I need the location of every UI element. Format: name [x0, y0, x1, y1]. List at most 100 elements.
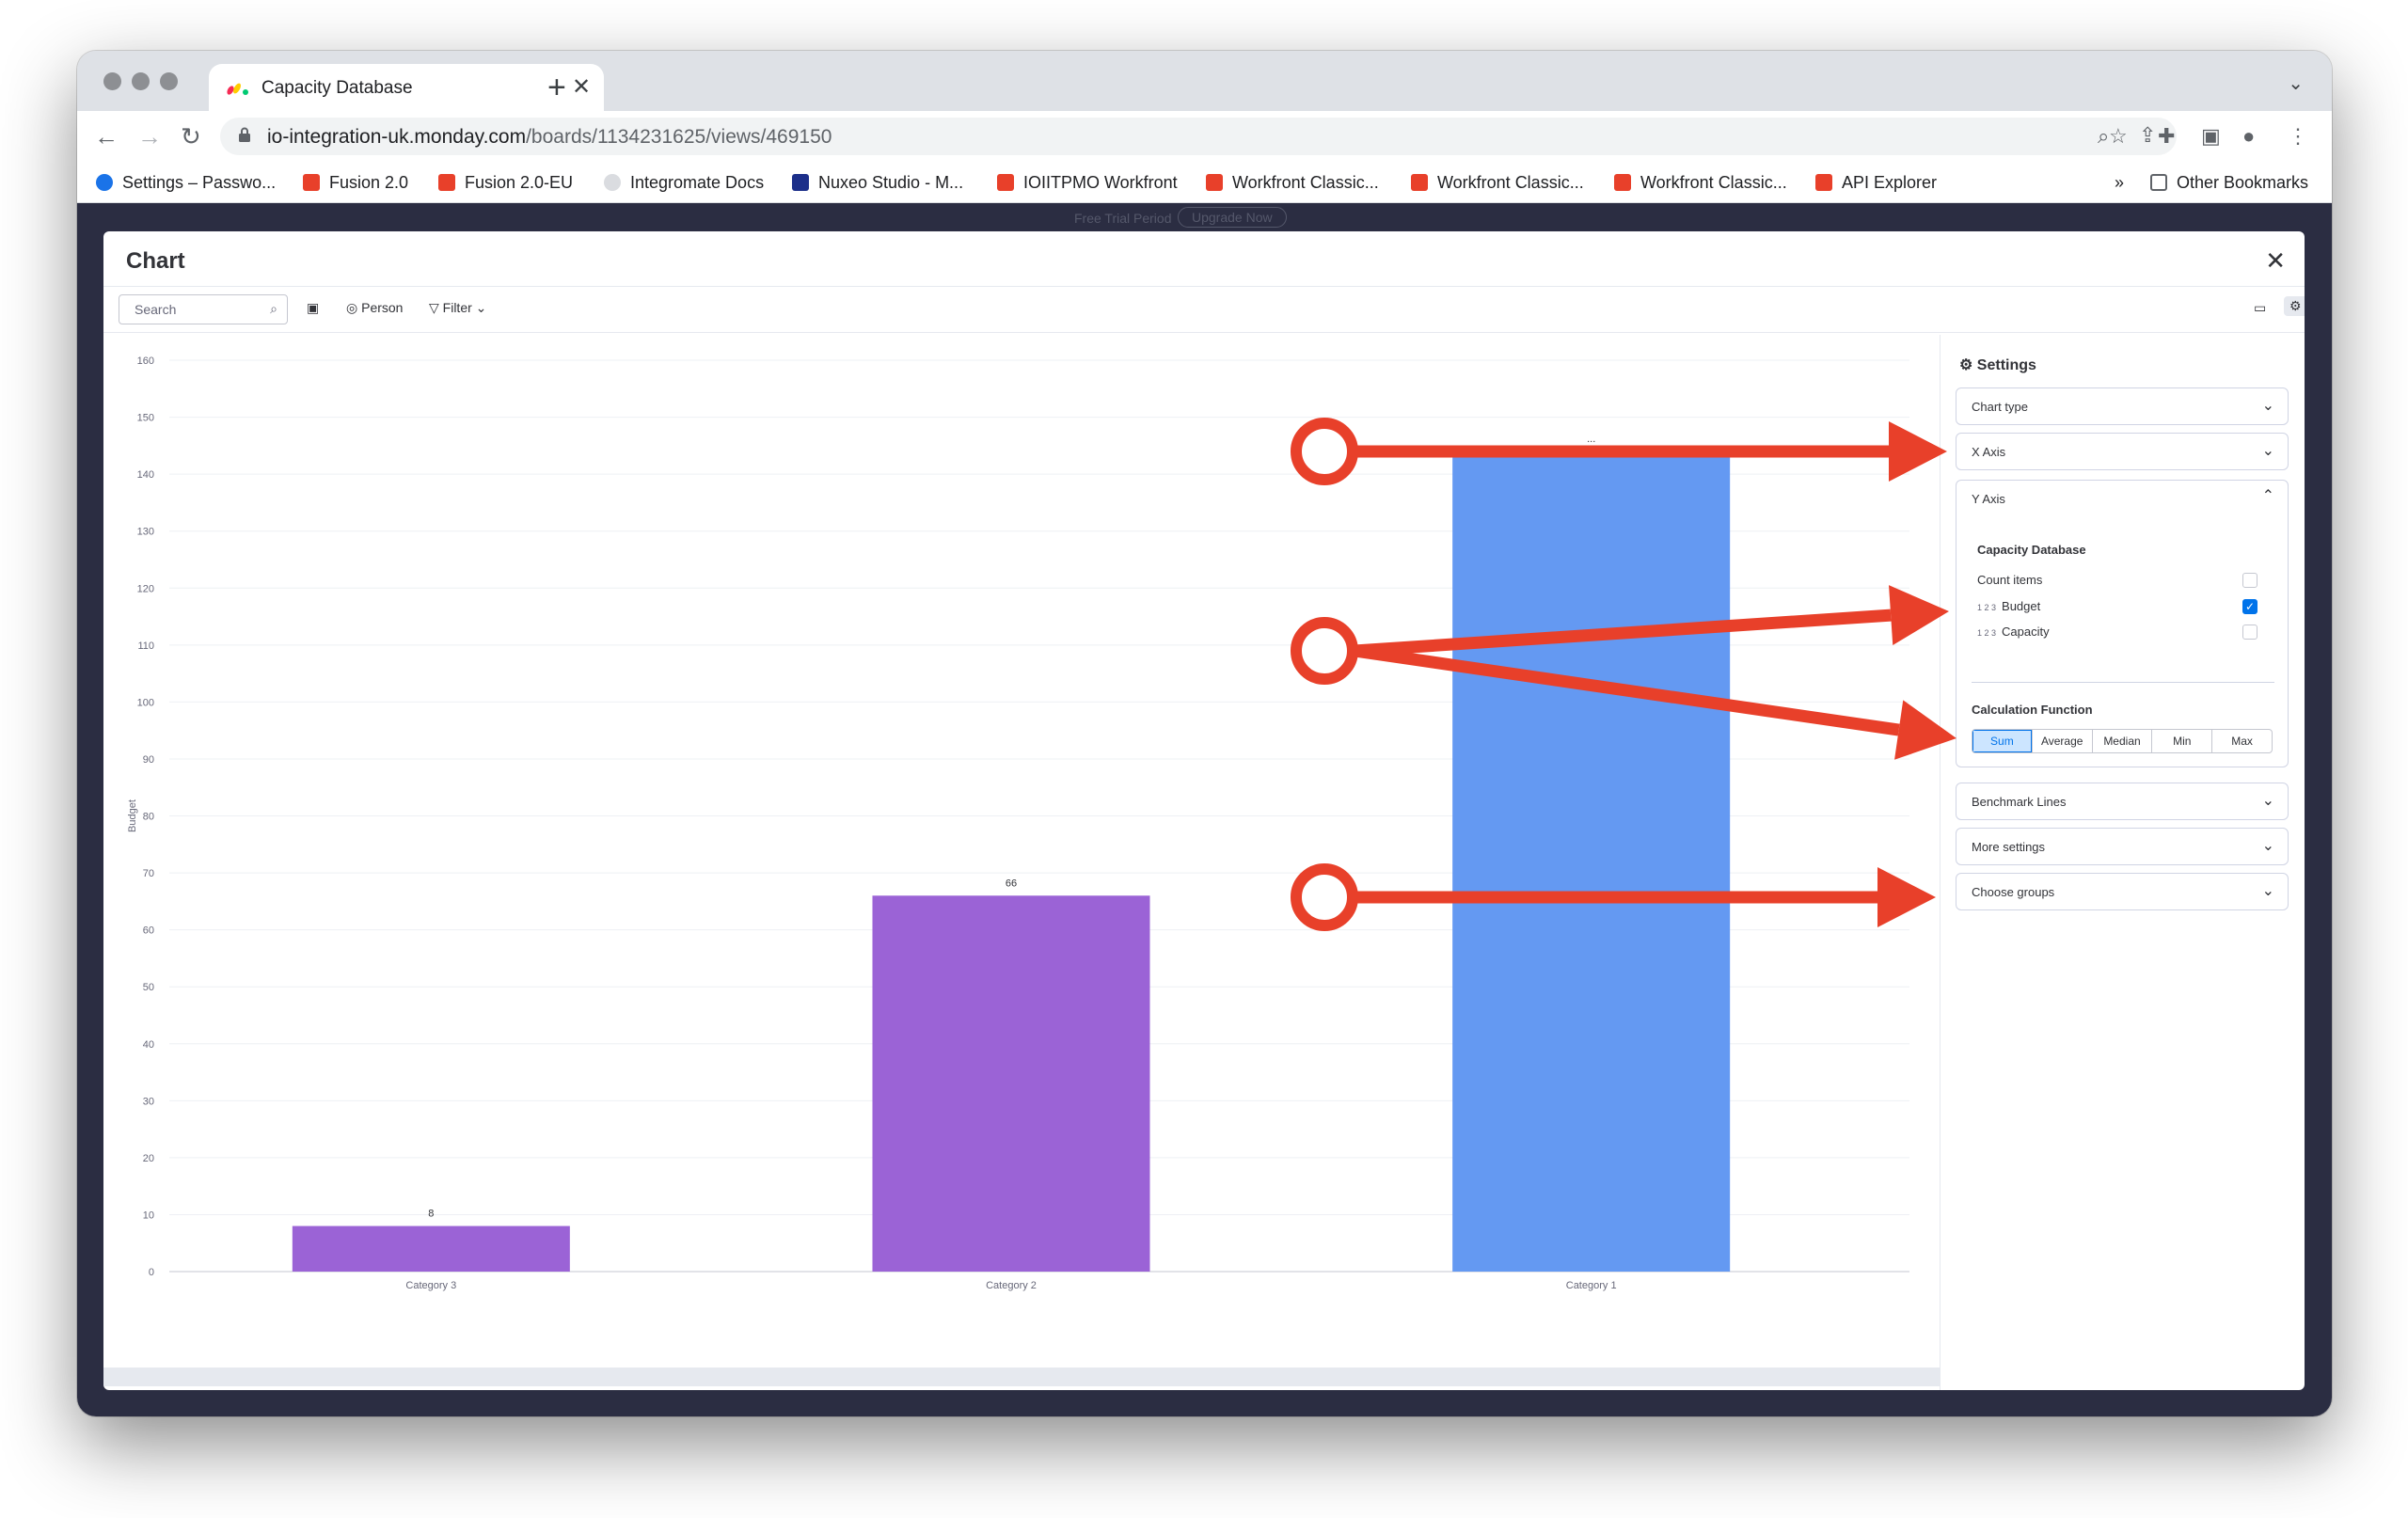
calc-option-max[interactable]: Max [2212, 730, 2272, 752]
bookmark-item[interactable]: Workfront Classic... [1614, 173, 1787, 193]
benchmark-label: Benchmark Lines [1972, 795, 2067, 809]
settings-title-text: Settings [1976, 357, 2036, 373]
bookmark-item[interactable]: Fusion 2.0 [303, 173, 408, 193]
zoom-icon[interactable]: ⌕ [2098, 124, 2109, 149]
person-filter-button[interactable]: ◎ Person [346, 300, 403, 316]
choose-groups-label: Choose groups [1972, 885, 2055, 899]
modal-title: Chart [126, 248, 185, 274]
capacity-option[interactable]: 1 2 3 Capacity [1977, 625, 2050, 639]
back-icon[interactable]: ← [94, 122, 119, 151]
url-text: io-integration-uk.monday.com/boards/1134… [267, 126, 832, 149]
filter-label: Filter [442, 300, 472, 315]
x-axis-accordion[interactable]: X Axis ⌄ [1956, 433, 2289, 470]
forward-icon[interactable]: → [137, 122, 162, 151]
shield-icon [438, 174, 455, 191]
bar-chart: 0 10 20 30 40 50 60 70 80 90 100 110 120 130 140 150 160… [127, 356, 1909, 1291]
bookmark-item[interactable]: Nuxeo Studio - M... [792, 173, 963, 193]
chart-type-accordion[interactable]: Chart type ⌄ [1956, 387, 2289, 425]
bookmarks-overflow-button[interactable]: » [2115, 173, 2124, 193]
info-icon [604, 174, 621, 191]
save-icon[interactable]: ▣ [307, 300, 319, 316]
bookmark-label: API Explorer [1842, 173, 1938, 192]
active-tab[interactable]: Capacity Database ✕ [209, 64, 604, 111]
y-tick-label: 90 [143, 754, 154, 766]
y-tick-label: 130 [137, 527, 154, 538]
chevron-down-icon: ⌄ [2261, 398, 2274, 414]
y-tick-label: 60 [143, 925, 154, 937]
chevron-down-icon: ⌄ [2261, 883, 2274, 899]
browser-menu-icon[interactable]: ⋮ [2288, 124, 2308, 149]
more-settings-accordion[interactable]: More settings ⌄ [1956, 828, 2289, 865]
x-tick-label: Category 1 [1566, 1280, 1617, 1291]
bookmark-star-icon[interactable]: ☆ [2109, 124, 2128, 149]
other-bookmarks[interactable]: Other Bookmarks [2150, 173, 2308, 193]
bookmark-item[interactable]: IOIITPMO Workfront [997, 173, 1178, 193]
budget-checkbox[interactable]: ✓ [2242, 599, 2258, 614]
bookmark-label: Workfront Classic... [1232, 173, 1379, 192]
bookmark-label: Nuxeo Studio - M... [818, 173, 964, 192]
shield-icon [1411, 174, 1428, 191]
budget-option[interactable]: 1 2 3 Budget [1977, 599, 2040, 613]
share-icon[interactable]: ⇪ [2139, 123, 2156, 148]
x-tick-label: Category 3 [405, 1280, 456, 1291]
other-bookmarks-label: Other Bookmarks [2177, 173, 2309, 192]
person-label: Person [361, 300, 404, 315]
horizontal-scrollbar[interactable] [103, 1368, 1940, 1386]
nuxeo-icon [792, 174, 809, 191]
y-tick-label: 100 [137, 697, 154, 708]
chevron-up-icon[interactable]: ⌃ [2262, 486, 2274, 505]
calc-option-median[interactable]: Median [2093, 730, 2153, 752]
address-bar[interactable]: io-integration-uk.monday.com/boards/1134… [220, 118, 2177, 155]
sidepanel-icon[interactable]: ▣ [2201, 124, 2221, 149]
bookmark-item[interactable]: Workfront Classic... [1411, 173, 1584, 193]
filter-button[interactable]: ▽ Filter ⌄ [429, 300, 486, 316]
minimize-window-button[interactable] [132, 72, 150, 90]
bookmark-label: Workfront Classic... [1640, 173, 1787, 192]
count-items-checkbox[interactable] [2242, 573, 2258, 588]
x-tick-label: Category 2 [986, 1280, 1037, 1291]
bar [1452, 451, 1731, 1272]
bookmarks-bar: Settings – Passwo... Fusion 2.0 Fusion 2… [77, 162, 2332, 203]
adobe-icon [1815, 174, 1832, 191]
lock-icon [239, 127, 250, 142]
y-tick-label: 20 [143, 1153, 154, 1164]
close-icon[interactable]: ✕ [2265, 246, 2286, 276]
tab-close-icon[interactable]: ✕ [572, 73, 591, 101]
y-tick-label: 0 [149, 1267, 154, 1278]
capacity-checkbox[interactable] [2242, 625, 2258, 640]
new-tab-icon[interactable]: + [547, 70, 566, 106]
search-input[interactable]: Search ⌕ [119, 294, 288, 324]
tab-search-chevron-icon[interactable]: ⌄ [2288, 71, 2304, 95]
calc-option-min[interactable]: Min [2152, 730, 2213, 752]
chevron-down-icon: ⌄ [2261, 838, 2274, 854]
calc-option-sum[interactable]: Sum [1972, 730, 2033, 752]
profile-icon[interactable]: ● [2242, 124, 2255, 149]
adobe-icon [1206, 174, 1223, 191]
y-tick-label: 120 [137, 583, 154, 594]
bookmark-item[interactable]: Settings – Passwo... [96, 173, 276, 193]
zoom-window-button[interactable] [160, 72, 178, 90]
bookmark-item[interactable]: Fusion 2.0-EU [438, 173, 573, 193]
y-axis-label: Budget [127, 799, 138, 832]
bookmark-item[interactable]: API Explorer [1815, 173, 1937, 193]
count-items-label: Count items [1977, 573, 2043, 587]
bookmark-item[interactable]: Integromate Docs [604, 173, 764, 193]
choose-groups-accordion[interactable]: Choose groups ⌄ [1956, 873, 2289, 910]
bookmark-item[interactable]: Workfront Classic... [1206, 173, 1379, 193]
calc-option-average[interactable]: Average [2033, 730, 2093, 752]
layout-icon[interactable]: ▭ [2254, 300, 2266, 316]
chevron-down-icon: ⌄ [2261, 443, 2274, 459]
y-tick-label: 40 [143, 1039, 154, 1051]
close-window-button[interactable] [103, 72, 121, 90]
upgrade-button[interactable]: Upgrade Now [1178, 207, 1287, 228]
y-tick-label: 140 [137, 469, 154, 481]
benchmark-lines-accordion[interactable]: Benchmark Lines ⌄ [1956, 783, 2289, 820]
reload-icon[interactable]: ↻ [181, 122, 201, 151]
count-items-option[interactable]: Count items [1977, 573, 2042, 587]
extensions-icon[interactable]: ✚ [2158, 124, 2175, 149]
search-placeholder: Search [135, 302, 177, 317]
number-column-icon: 1 2 3 [1977, 603, 1997, 612]
settings-gear-icon[interactable]: ⚙ [2284, 296, 2305, 316]
y-axis-label[interactable]: Y Axis [1972, 492, 2005, 506]
y-tick-label: 10 [143, 1210, 154, 1221]
